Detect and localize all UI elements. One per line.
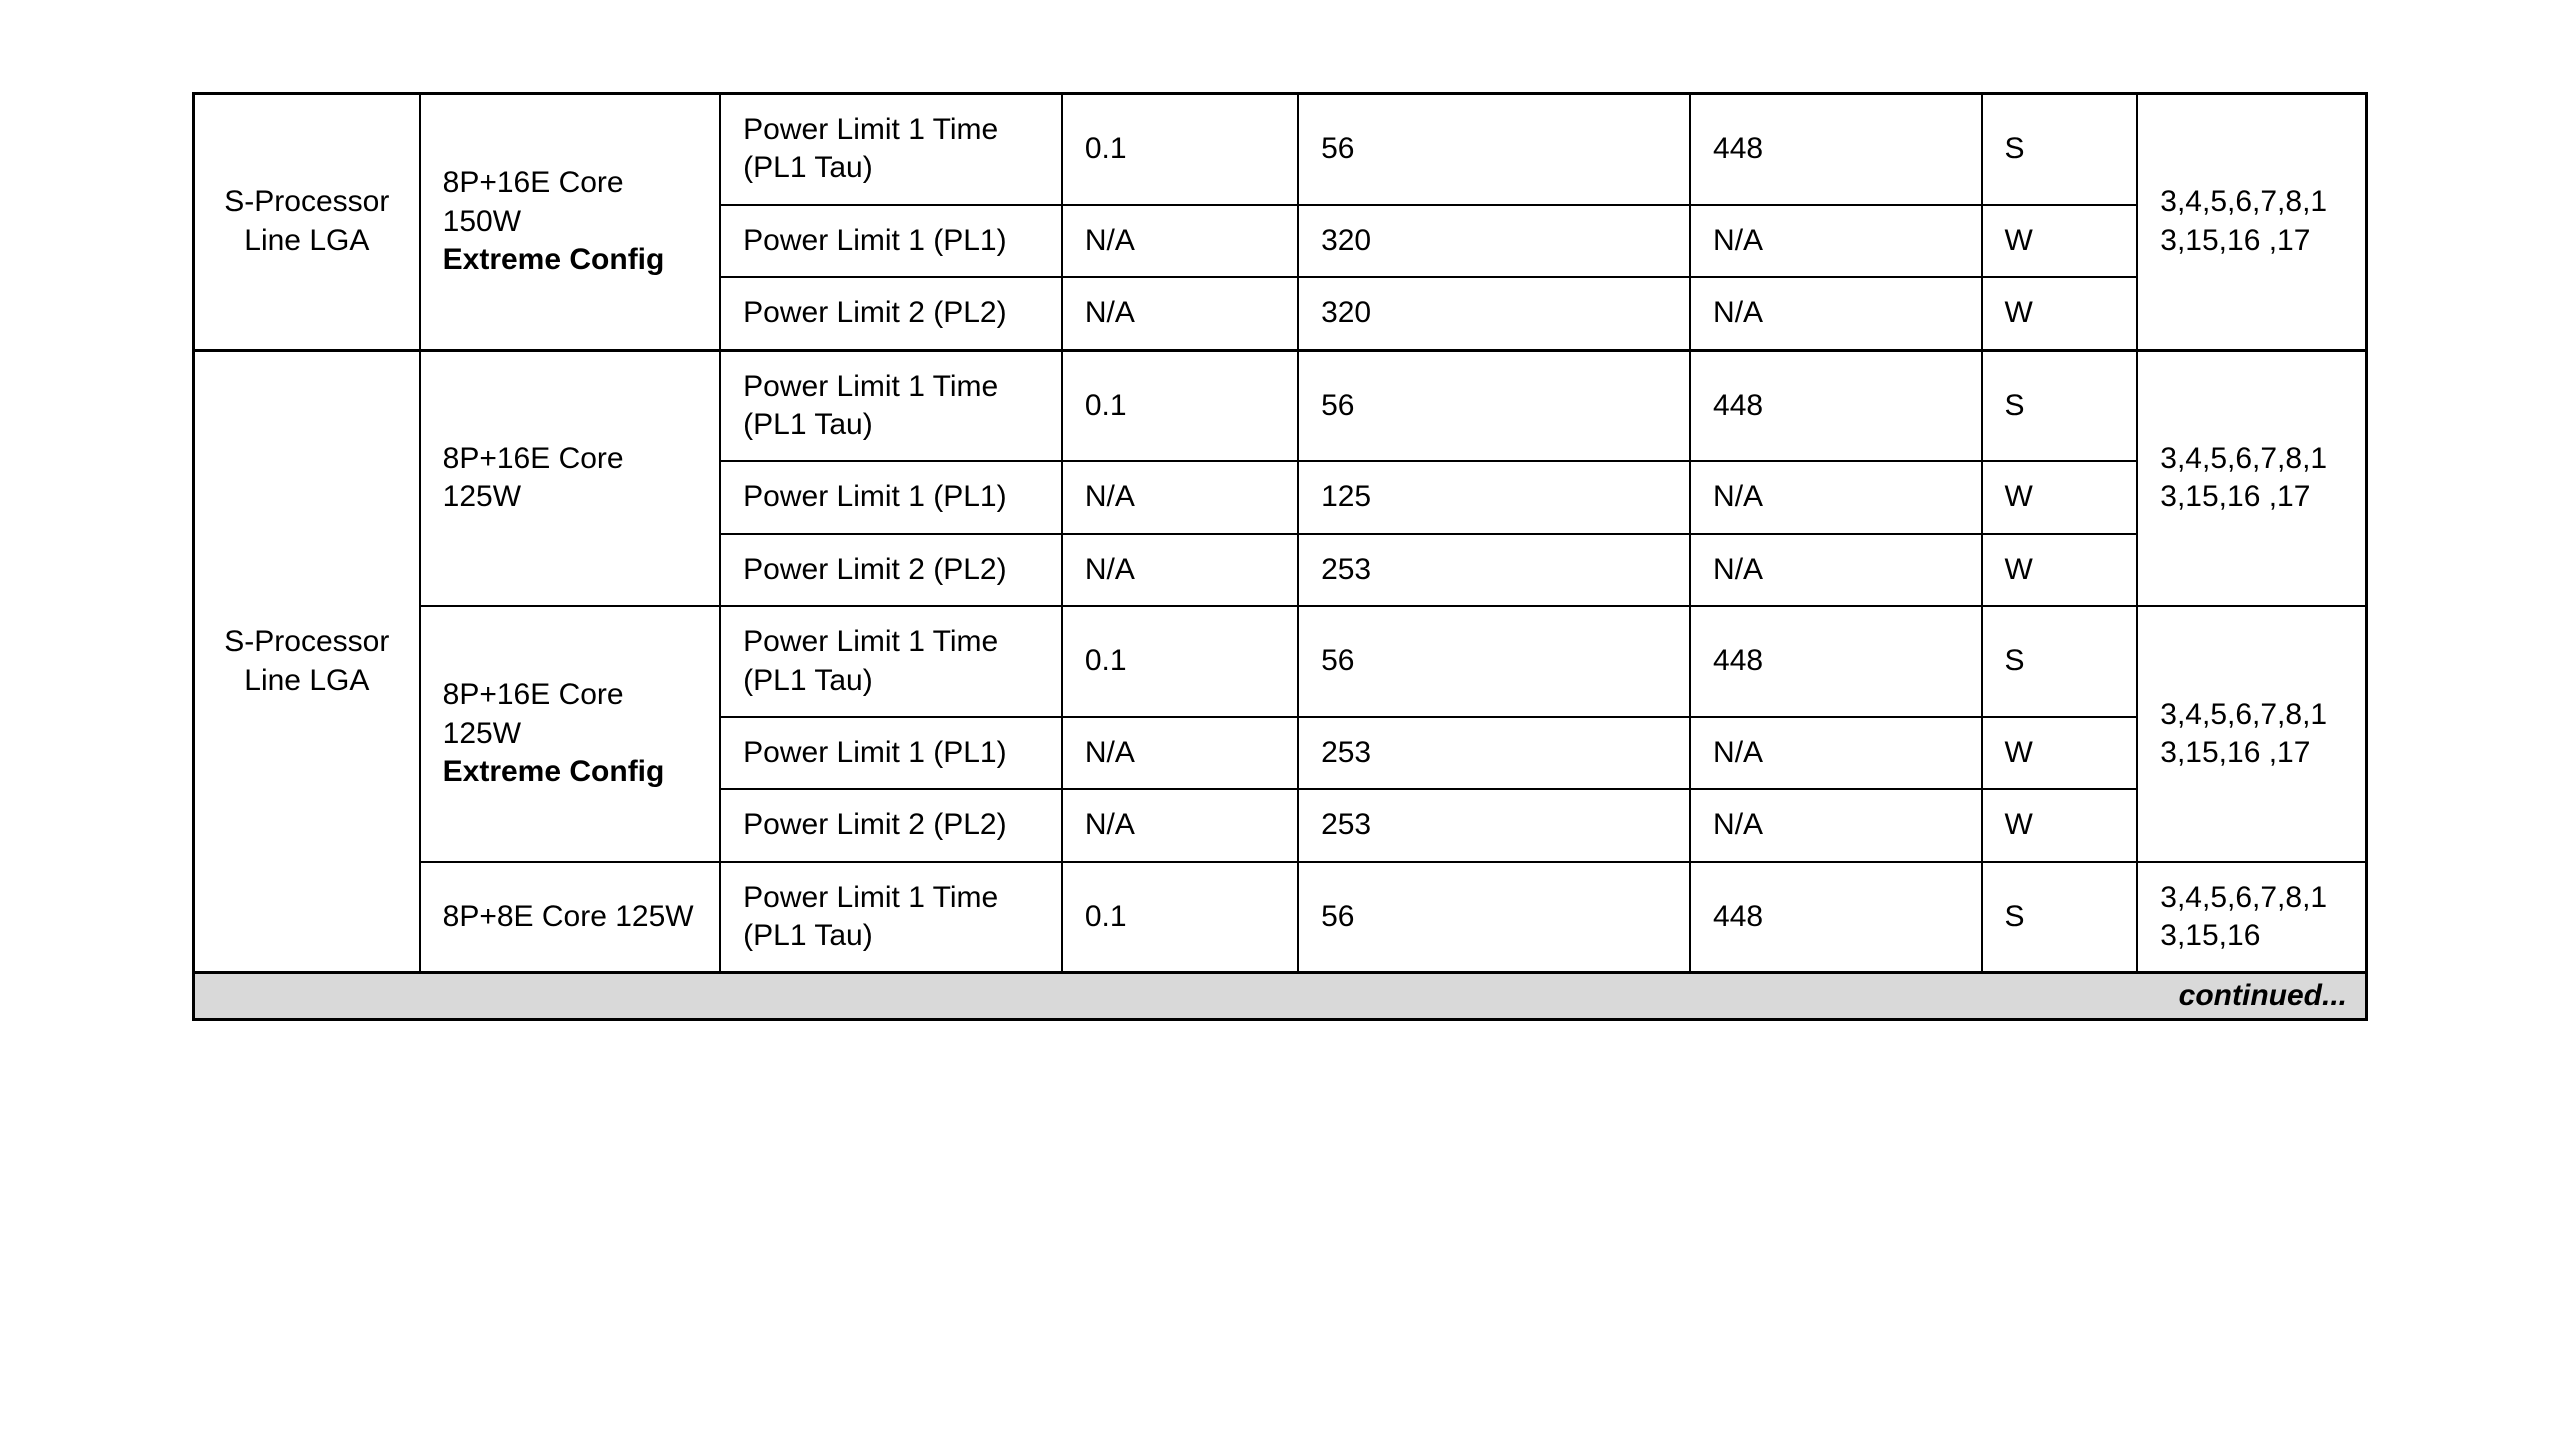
rec-cell: 56	[1298, 350, 1690, 461]
segment-text: 8P+16E Core 125W	[443, 678, 624, 749]
max-cell: N/A	[1690, 461, 1981, 533]
max-cell: N/A	[1690, 534, 1981, 606]
continued-footer: continued...	[192, 974, 2368, 1021]
parameter-cell: Power Limit 1 (PL1)	[720, 717, 1062, 789]
max-cell: N/A	[1690, 717, 1981, 789]
max-cell: 448	[1690, 350, 1981, 461]
parameter-cell: Power Limit 1 (PL1)	[720, 461, 1062, 533]
parameter-cell: Power Limit 1 Time (PL1 Tau)	[720, 94, 1062, 205]
segment-text: 8P+16E Core 125W	[443, 442, 624, 513]
unit-cell: W	[1982, 277, 2138, 350]
segment-cell: 8P+16E Core 125W Extreme Config	[420, 606, 721, 862]
max-cell: 448	[1690, 862, 1981, 973]
parameter-cell: Power Limit 1 (PL1)	[720, 205, 1062, 277]
min-cell: N/A	[1062, 789, 1298, 861]
table-row: S-Processor Line LGA 8P+16E Core 150WExt…	[194, 94, 2367, 205]
unit-cell: W	[1982, 461, 2138, 533]
rec-cell: 56	[1298, 862, 1690, 973]
rec-cell: 253	[1298, 717, 1690, 789]
max-cell: N/A	[1690, 205, 1981, 277]
rec-cell: 320	[1298, 205, 1690, 277]
parameter-cell: Power Limit 1 Time (PL1 Tau)	[720, 606, 1062, 717]
rec-cell: 56	[1298, 94, 1690, 205]
notes-cell: 3,4,5,6,7,8,13,15,16 ,17	[2137, 606, 2366, 862]
rec-cell: 253	[1298, 534, 1690, 606]
unit-cell: W	[1982, 205, 2138, 277]
parameter-cell: Power Limit 1 Time (PL1 Tau)	[720, 862, 1062, 973]
table-container: S-Processor Line LGA 8P+16E Core 150W Ext…	[192, 92, 2368, 1021]
power-limits-table: S-Processor Line LGA 8P+16E Core 150W Ext…	[192, 92, 2368, 974]
min-cell: N/A	[1062, 534, 1298, 606]
min-cell: N/A	[1062, 277, 1298, 350]
parameter-cell: Power Limit 2 (PL2)	[720, 534, 1062, 606]
rec-cell: 320	[1298, 277, 1690, 350]
min-cell: 0.1	[1062, 862, 1298, 973]
rec-cell: 253	[1298, 789, 1690, 861]
unit-cell: S	[1982, 606, 2138, 717]
unit-cell: S	[1982, 94, 2138, 205]
table-row: 8P+16E Core 125WExtreme Config Power Lim…	[194, 606, 2367, 717]
parameter-cell: Power Limit 2 (PL2)	[720, 277, 1062, 350]
min-cell: 0.1	[1062, 606, 1298, 717]
unit-cell: S	[1982, 350, 2138, 461]
max-cell: 448	[1690, 94, 1981, 205]
min-cell: N/A	[1062, 717, 1298, 789]
min-cell: 0.1	[1062, 94, 1298, 205]
unit-cell: W	[1982, 717, 2138, 789]
min-cell: N/A	[1062, 205, 1298, 277]
notes-cell: 3,4,5,6,7,8,13,15,16 ,17	[2137, 94, 2366, 351]
rec-cell: 56	[1298, 606, 1690, 717]
notes-cell: 3,4,5,6,7,8,13,15,16 ,17	[2137, 350, 2366, 606]
processor-line-cell: S-Processor Line LGA	[194, 94, 420, 351]
unit-cell: W	[1982, 789, 2138, 861]
unit-cell: W	[1982, 534, 2138, 606]
parameter-cell: Power Limit 2 (PL2)	[720, 789, 1062, 861]
parameter-cell: Power Limit 1 Time (PL1 Tau)	[720, 350, 1062, 461]
max-cell: N/A	[1690, 277, 1981, 350]
rec-cell: 125	[1298, 461, 1690, 533]
table-row: 8P+8E Core 125W Power Limit 1 Time (PL1 …	[194, 862, 2367, 973]
segment-bold: Extreme Config	[443, 755, 665, 788]
segment-cell: 8P+16E Core 125W	[420, 350, 721, 606]
segment-text: 8P+16E Core 150W	[443, 166, 624, 237]
max-cell: N/A	[1690, 789, 1981, 861]
notes-cell: 3,4,5,6,7,8,13,15,16	[2137, 862, 2366, 973]
table-row: S-Processor Line LGA 8P+16E Core 125W Po…	[194, 350, 2367, 461]
segment-text: 8P+8E Core 125W	[443, 900, 694, 933]
processor-line-cell: S-Processor Line LGA	[194, 350, 420, 973]
segment-bold: Extreme Config	[443, 243, 665, 276]
max-cell: 448	[1690, 606, 1981, 717]
unit-cell: S	[1982, 862, 2138, 973]
segment-cell: 8P+16E Core 150W Extreme Config	[420, 94, 721, 351]
min-cell: N/A	[1062, 461, 1298, 533]
min-cell: 0.1	[1062, 350, 1298, 461]
segment-cell: 8P+8E Core 125W	[420, 862, 721, 973]
